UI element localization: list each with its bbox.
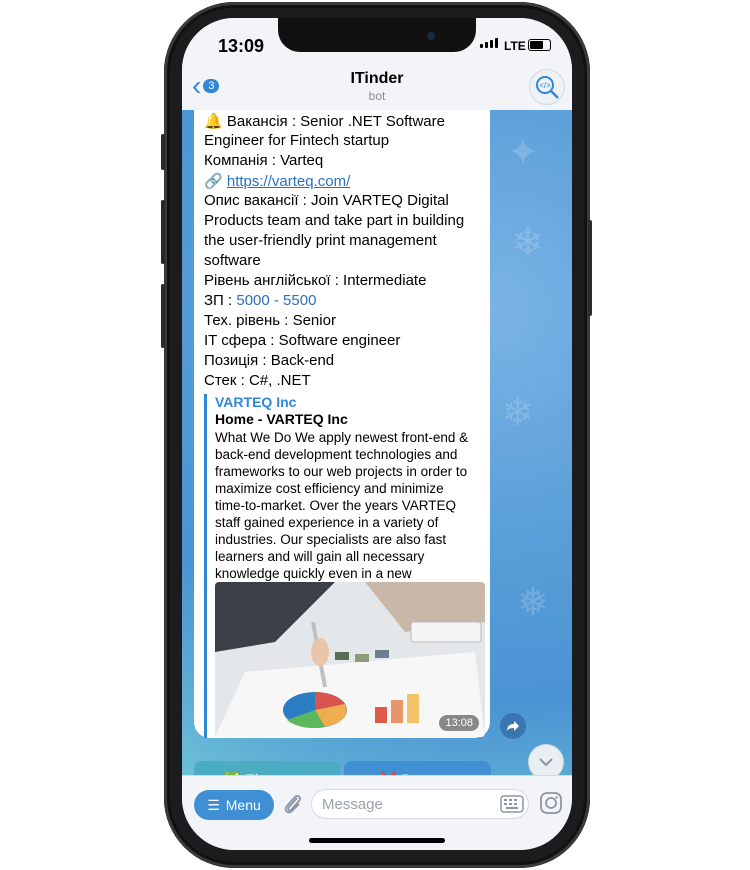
snowflake-icon: ❄ [512,222,544,264]
salary-value[interactable]: 5000 - 5500 [236,292,316,309]
notch [278,18,476,52]
network-label: LTE [504,39,526,53]
forward-button[interactable] [500,713,526,739]
preview-description: back-end development technologies and [215,447,458,462]
message-placeholder: Message [322,796,383,813]
preview-description: industries. Our specialists are also fas… [215,532,447,547]
chevron-down-icon [539,758,553,767]
status-bar: 13:09 LTE [182,18,572,64]
link-preview[interactable]: VARTEQ Inc Home - VARTEQ Inc What We Do … [204,394,485,738]
chat-area: ❄ ❄ ❅ ✦ 🔔 Вакансія : Senior .NET Softwar… [182,110,572,797]
message-bubble[interactable]: 🔔 Вакансія : Senior .NET Software Engine… [194,110,490,738]
preview-time: 13:08 [439,715,479,731]
link-line: 🔗 https://varteq.com/ [204,172,350,190]
preview-image[interactable]: 13:08 [215,582,485,737]
home-indicator [309,838,445,843]
menu-button[interactable]: ☰ Menu [194,790,274,820]
description-line: Опис вакансії : Join VARTEQ Digital [204,192,449,209]
tech-level-line: Тех. рівень : Senior [204,312,336,329]
attach-button[interactable] [282,792,304,821]
status-time: 13:09 [218,36,265,56]
description-line: the user-friendly print management [204,232,437,249]
vacancy-line: Engineer for Fintech startup [204,132,390,149]
chat-title[interactable]: ITinder [182,70,572,88]
star-icon: ✦ [507,132,539,174]
preview-description: time-to-market. Over the years VARTEQ [215,498,457,513]
snowflake-icon: ❄ [502,392,534,434]
mute-switch [161,134,165,170]
description-line: Products team and take part in building [204,212,465,229]
menu-label: Menu [225,797,261,813]
power-button [588,220,592,316]
preview-description: staff gained experience in a variety of [215,515,439,530]
description-line: software [204,252,261,269]
signal-icon [480,38,498,48]
preview-title: Home - VARTEQ Inc [215,411,348,427]
preview-description: maximize cost efficiency and minimize [215,481,444,496]
chat-header: ‹ 3 ITinder bot </> [182,64,572,111]
preview-description: knowledge quickly even in a new [215,566,412,581]
preview-description: learners and will gain all necessary [215,549,425,564]
volume-down-button [161,284,165,348]
salary-label: ЗП : [204,292,233,309]
camera-button[interactable] [539,791,563,820]
camera-icon [540,792,562,814]
forward-icon [507,721,519,731]
company-link[interactable]: https://varteq.com/ [227,173,350,190]
stack-line: Стек : C#, .NET [204,372,311,389]
keyboard-icon[interactable] [500,795,524,813]
position-line: Позиція : Back-end [204,352,335,369]
business-desk-illustration [215,582,485,737]
link-icon: 🔗 [204,173,223,190]
salary-line: ЗП : 5000 - 5500 [204,292,316,309]
paperclip-icon [284,795,301,814]
phone-screen: 13:09 LTE ‹ 3 ITinder bot </> ❄ ❄ ❅ ✦ 🔔 … [182,18,572,850]
company-line: Компанія : Varteq [204,152,324,169]
search-code-icon: </> [536,76,559,99]
vacancy-line: 🔔 Вакансія : Senior .NET Software [204,113,445,130]
preview-site: VARTEQ Inc [215,394,297,410]
svg-text:</>: </> [539,81,551,90]
battery-icon [528,39,551,51]
message-input[interactable]: Message [311,789,529,819]
english-level-line: Рівень англійської : Intermediate [204,272,427,289]
volume-up-button [161,200,165,264]
chat-subtitle: bot [368,89,386,103]
hamburger-icon: ☰ [207,796,220,813]
camera-dot [427,32,435,40]
bot-avatar[interactable]: </> [529,69,565,105]
snowflake-icon: ❅ [517,582,549,624]
preview-description: What We Do We apply newest front-end & [215,430,469,445]
it-sphere-line: IT сфера : Software engineer [204,332,401,349]
preview-description: frameworks to our web projects in order … [215,464,468,479]
